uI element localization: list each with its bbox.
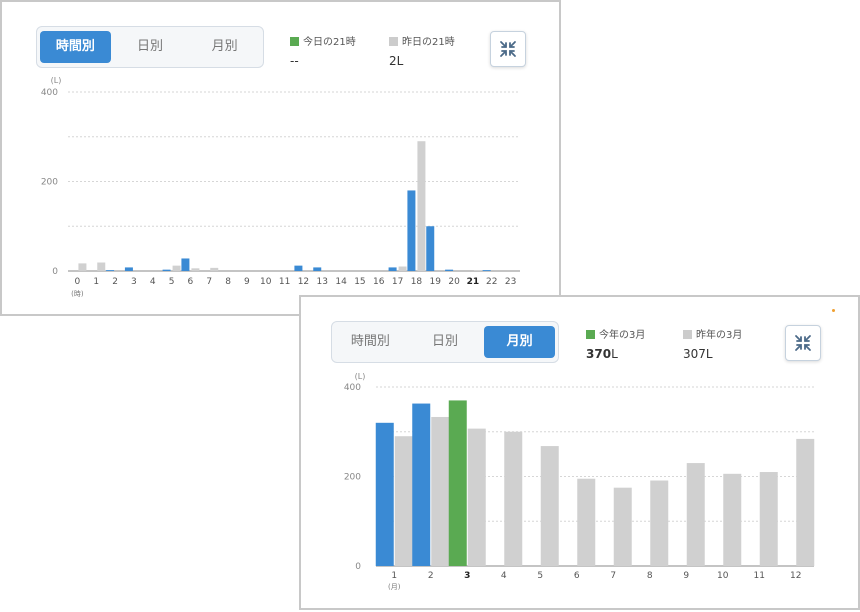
bar-current	[407, 190, 416, 271]
y-tick-label: 400	[344, 383, 361, 393]
x-tick-label: 10	[260, 277, 272, 287]
x-tick-label: 11	[279, 277, 290, 287]
bar-current	[482, 270, 491, 271]
bar-previous	[78, 263, 87, 271]
bar-previous	[540, 446, 559, 566]
bar-previous	[97, 262, 106, 271]
y-tick-label: 0	[355, 562, 361, 572]
x-tick-label: 22	[486, 277, 497, 287]
x-tick-label: 5	[537, 571, 543, 581]
bar-current	[162, 269, 171, 271]
bar-previous	[473, 270, 482, 271]
y-tick-label: 200	[344, 473, 361, 483]
bar-previous	[613, 487, 632, 566]
bar-previous	[172, 265, 181, 271]
bar-previous	[759, 472, 778, 566]
bar-previous	[723, 473, 742, 566]
bar-previous	[394, 436, 413, 566]
monthly-usage-chart: 0 200 400 (L) 1 (月) 2 3 4 5 6 7 8 9 10 11 12	[344, 372, 815, 591]
hourly-usage-panel: 時間別 日別 月別 今日の21時 -- 昨日の21時 2L 0 200 400 (L)…	[0, 0, 561, 316]
y-unit-label: (L)	[51, 76, 62, 85]
y-unit-label: (L)	[355, 372, 366, 381]
bar-previous	[431, 416, 450, 566]
x-tick-label: 10	[717, 571, 729, 581]
x-tick-label: 2	[428, 571, 434, 581]
x-tick-label: 1	[391, 571, 397, 581]
x-tick-label: 3	[464, 571, 470, 581]
x-tick-label: 18	[411, 277, 423, 287]
bar-current	[412, 403, 431, 566]
bar-previous	[504, 431, 523, 566]
x-unit-label: (月)	[388, 583, 401, 591]
monthly-usage-panel: 時間別 日別 月別 今年の3月 370L 昨年の3月 307L 0 200 400(…	[299, 295, 860, 610]
x-tick-label: 1	[93, 277, 99, 287]
y-tick-label: 200	[41, 178, 58, 188]
x-unit-label: (時)	[71, 290, 84, 298]
y-tick-label: 0	[52, 267, 58, 277]
bar-previous	[398, 266, 407, 271]
x-tick-label: 9	[244, 277, 250, 287]
bar-current	[375, 422, 394, 566]
bar-current	[294, 265, 303, 271]
bar-previous	[650, 480, 669, 566]
bar-current	[313, 267, 322, 271]
accent-dot	[832, 309, 835, 312]
x-tick-label: 4	[150, 277, 156, 287]
x-tick-label: 13	[317, 277, 328, 287]
bar-previous	[467, 428, 486, 566]
x-tick-label: 14	[335, 277, 347, 287]
hourly-usage-chart: 0200400(L)0(時)1 2 3 4 5 6 7 8 9 10 11 12 13 14 15 16 17 1…	[41, 76, 520, 298]
y-tick-label: 400	[41, 88, 58, 98]
bar-current	[448, 400, 467, 566]
x-tick-label: 0	[75, 277, 81, 287]
bar-previous	[577, 478, 596, 566]
bar-current	[445, 269, 454, 271]
x-tick-label: 12	[298, 277, 309, 287]
x-tick-label: 6	[188, 277, 194, 287]
x-tick-label: 21	[467, 277, 480, 287]
x-tick-label: 5	[169, 277, 175, 287]
x-tick-label: 7	[206, 277, 212, 287]
bar-current	[124, 267, 133, 271]
bar-current	[388, 267, 397, 271]
x-tick-label: 8	[225, 277, 231, 287]
bar-previous	[191, 268, 200, 271]
x-tick-label: 9	[683, 571, 689, 581]
x-tick-label: 4	[501, 571, 507, 581]
bar-current	[106, 270, 115, 271]
bar-previous	[686, 463, 705, 566]
bar-previous	[417, 141, 426, 271]
x-tick-label: 6	[574, 571, 580, 581]
x-tick-label: 19	[430, 277, 442, 287]
x-tick-label: 15	[354, 277, 365, 287]
bar-current	[181, 258, 190, 271]
x-tick-label: 23	[505, 277, 516, 287]
x-tick-label: 16	[373, 277, 385, 287]
x-tick-label: 3	[131, 277, 137, 287]
x-tick-label: 12	[790, 571, 801, 581]
x-tick-label: 2	[112, 277, 118, 287]
bar-previous	[796, 438, 815, 566]
x-tick-label: 20	[448, 277, 460, 287]
x-tick-label: 17	[392, 277, 403, 287]
bar-previous	[210, 267, 219, 271]
x-tick-label: 8	[647, 571, 653, 581]
bar-current	[426, 226, 435, 271]
x-tick-label: 7	[610, 571, 616, 581]
x-tick-label: 11	[754, 571, 765, 581]
